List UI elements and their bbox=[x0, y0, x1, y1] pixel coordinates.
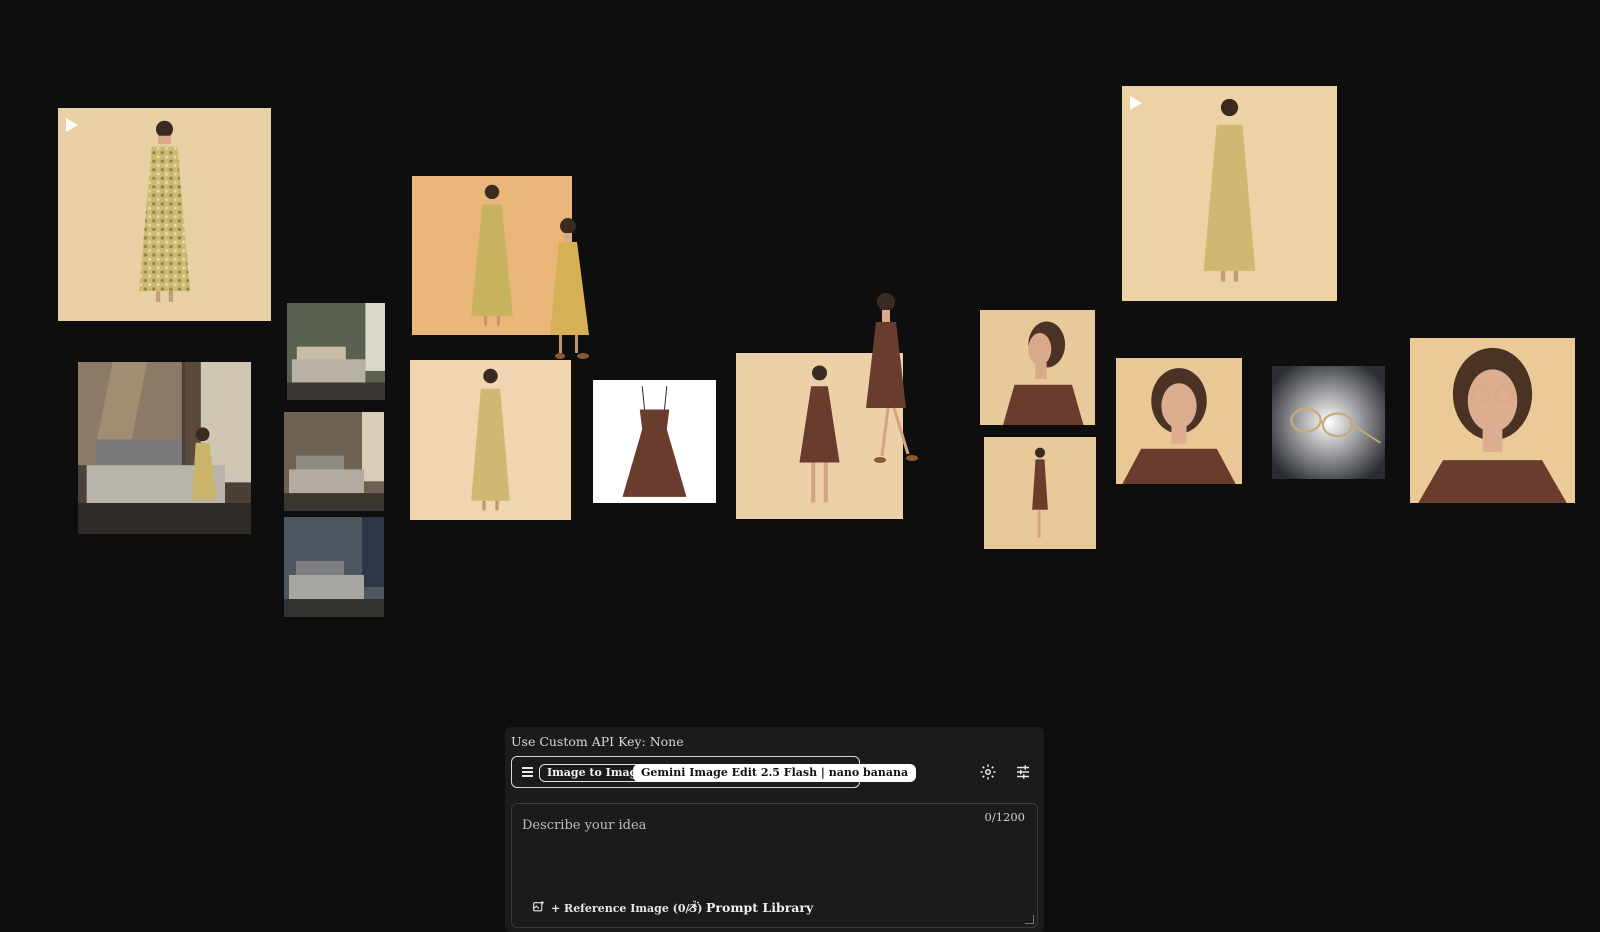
gear-icon[interactable] bbox=[979, 763, 997, 781]
canvas-image-portrait-side[interactable] bbox=[980, 310, 1095, 425]
image-add-icon bbox=[532, 900, 545, 916]
canvas-cutout-floral-woman[interactable] bbox=[545, 210, 605, 362]
reference-image-button[interactable]: + Reference Image (0/3) bbox=[532, 900, 702, 916]
canvas-cutout-brown-dress-woman[interactable] bbox=[860, 288, 930, 471]
canvas-image-glasses[interactable] bbox=[1272, 366, 1385, 479]
canvas-image-bedroom-green[interactable] bbox=[287, 303, 385, 400]
canvas-image-bedroom-warm[interactable] bbox=[284, 412, 384, 511]
prompt-textarea[interactable]: 0/1200 Describe your idea + Reference Im… bbox=[511, 803, 1038, 928]
image-canvas bbox=[0, 0, 1600, 700]
model-pill[interactable]: Gemini Image Edit 2.5 Flash | nano banan… bbox=[633, 764, 917, 782]
canvas-image-bedroom-blue[interactable] bbox=[284, 517, 384, 617]
generation-panel: Use Custom API Key: None Image to Image … bbox=[505, 727, 1044, 932]
prompt-library-label: Prompt Library bbox=[706, 900, 814, 915]
canvas-image-brown-dress[interactable] bbox=[593, 380, 716, 503]
menu-icon[interactable] bbox=[522, 767, 533, 777]
char-counter: 0/1200 bbox=[984, 810, 1025, 824]
canvas-video-floral-dress[interactable] bbox=[58, 108, 271, 321]
magic-wand-icon bbox=[686, 899, 700, 916]
api-key-label[interactable]: Use Custom API Key: None bbox=[511, 734, 684, 749]
mode-bar: Image to Image Gemini Image Edit 2.5 Fla… bbox=[511, 756, 917, 788]
prompt-placeholder: Describe your idea bbox=[522, 818, 647, 833]
canvas-image-portrait-front[interactable] bbox=[1116, 358, 1242, 484]
resize-handle-icon[interactable] bbox=[1025, 915, 1034, 924]
canvas-image-bedroom-woman[interactable] bbox=[78, 362, 251, 534]
play-icon[interactable] bbox=[1130, 96, 1142, 110]
prompt-library-button[interactable]: Prompt Library bbox=[686, 899, 813, 916]
canvas-image-portrait-glasses[interactable] bbox=[1410, 338, 1575, 503]
canvas-image-full-body-side[interactable] bbox=[984, 437, 1096, 549]
play-icon[interactable] bbox=[66, 118, 78, 132]
canvas-image-floral-dress-front[interactable] bbox=[410, 360, 571, 520]
reference-image-label: + Reference Image (0/3) bbox=[551, 901, 703, 915]
canvas-video-floral-dress-right[interactable] bbox=[1122, 86, 1337, 301]
sliders-icon[interactable] bbox=[1014, 763, 1032, 781]
